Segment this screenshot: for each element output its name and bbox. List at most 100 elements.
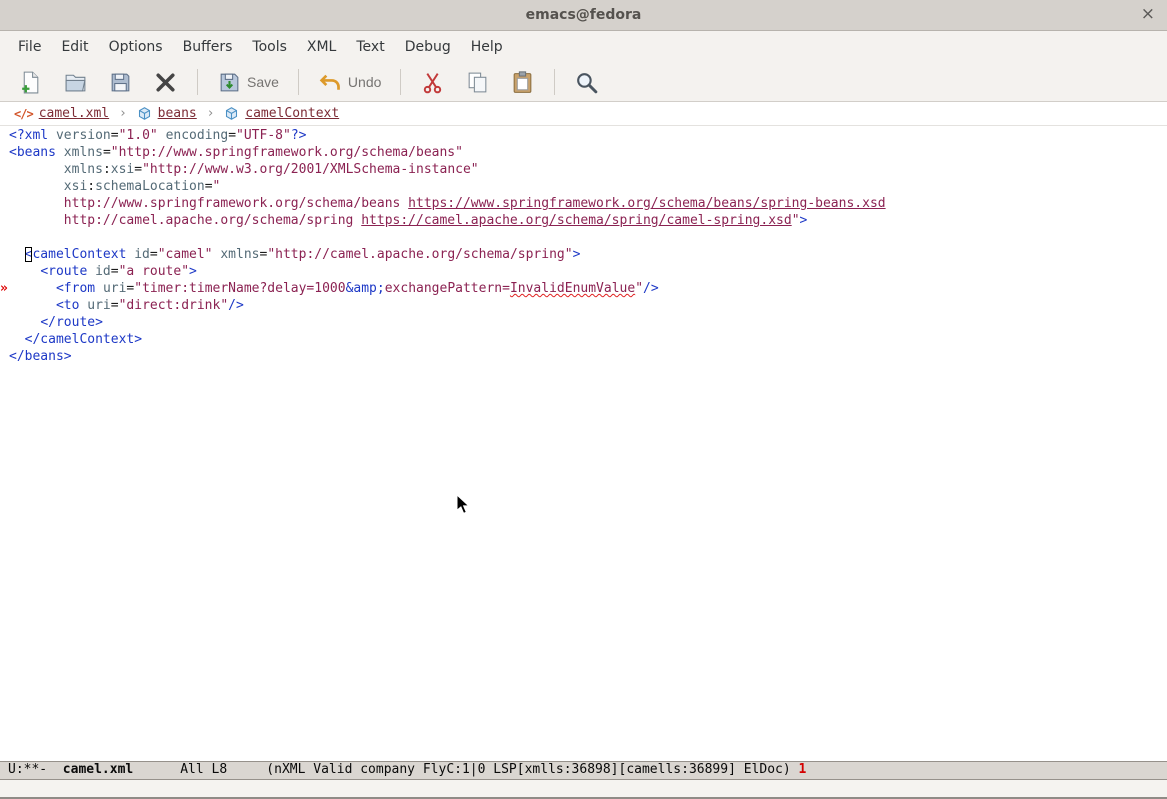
menu-item-file[interactable]: File [8, 33, 51, 61]
new-file-icon [18, 70, 43, 95]
code-token: InvalidEnumValue [510, 281, 635, 296]
code-token: version [56, 128, 111, 143]
close-button[interactable]: × [1141, 4, 1155, 24]
code-token: = [150, 247, 158, 262]
code-token [9, 332, 25, 347]
code-token: ?> [291, 128, 307, 143]
code-line-4[interactable]: xsi:schemaLocation=" [9, 178, 886, 195]
code-token: "http://www.w3.org/2001/XMLSchema-instan… [142, 162, 479, 177]
copy-pages-icon [465, 70, 490, 95]
code-token: > [800, 213, 808, 228]
modeline-segment-0: U:**- [8, 762, 63, 777]
echo-area [0, 780, 1167, 799]
search-button[interactable] [565, 66, 608, 99]
search-magnifier-icon [574, 70, 599, 95]
breadcrumb-camelContext[interactable]: camelContext [245, 106, 339, 121]
code-token: <beans [9, 145, 56, 160]
code-line-5[interactable]: http://www.springframework.org/schema/be… [9, 195, 886, 212]
emacs-window: emacs@fedora × FileEditOptionsBuffersToo… [0, 0, 1167, 799]
code-token: "direct:drink" [119, 298, 229, 313]
code-line-2[interactable]: <beans xmlns="http://www.springframework… [9, 144, 886, 161]
menu-item-xml[interactable]: XML [297, 33, 346, 61]
breadcrumb-beans[interactable]: beans [158, 106, 197, 121]
code-token: = [228, 128, 236, 143]
code-token: = [111, 264, 119, 279]
menu-item-tools[interactable]: Tools [242, 33, 297, 61]
paste-clipboard-icon [510, 70, 535, 95]
menu-item-options[interactable]: Options [99, 33, 173, 61]
code-token [95, 281, 103, 296]
code-line-8[interactable]: <camelContext id="camel" xmlns="http://c… [9, 246, 886, 263]
code-line-6[interactable]: http://camel.apache.org/schema/spring ht… [9, 212, 886, 229]
save-button[interactable]: Save [208, 66, 288, 99]
code-line-1[interactable]: <?xml version="1.0" encoding="UTF-8"?> [9, 127, 886, 144]
title-bar[interactable]: emacs@fedora × [0, 0, 1167, 31]
toolbar-separator [554, 69, 555, 95]
code-token: " [213, 179, 221, 194]
menu-item-debug[interactable]: Debug [395, 33, 461, 61]
code-token [48, 128, 56, 143]
code-token: = [205, 179, 213, 194]
modeline-segment-3: 1 [799, 762, 807, 777]
code-token: http://camel.apache.org/schema/spring [64, 213, 361, 228]
flycheck-error-fringe-icon: » [0, 280, 8, 297]
code-token: > [189, 264, 197, 279]
window-title: emacs@fedora [526, 7, 642, 23]
code-line-10[interactable]: <from uri="timer:timerName?delay=1000&am… [9, 280, 886, 297]
code-line-13[interactable]: </camelContext> [9, 331, 886, 348]
code-token [9, 247, 25, 262]
code-token: xsi [111, 162, 134, 177]
cut-button[interactable] [411, 66, 454, 99]
code-token: : [87, 179, 95, 194]
undo-button[interactable]: Undo [309, 66, 390, 99]
code-token: </beans> [9, 349, 72, 364]
code-token: uri [87, 298, 110, 313]
code-token [158, 128, 166, 143]
breadcrumb-separator: › [199, 106, 222, 121]
code-token: encoding [166, 128, 229, 143]
code-token [9, 179, 64, 194]
code-line-12[interactable]: </route> [9, 314, 886, 331]
new-file-button[interactable] [9, 66, 52, 99]
code-token: id [134, 247, 150, 262]
undo-button-label: Undo [348, 74, 381, 90]
code-line-3[interactable]: xmlns:xsi="http://www.w3.org/2001/XMLSch… [9, 161, 886, 178]
cube-icon [224, 106, 239, 121]
code-token: "http://www.springframework.org/schema/b… [111, 145, 463, 160]
menu-item-help[interactable]: Help [461, 33, 513, 61]
close-buffer-button[interactable] [144, 66, 187, 99]
code-token: = [134, 162, 142, 177]
save-disk-icon [108, 70, 133, 95]
code-line-14[interactable]: </beans> [9, 348, 886, 365]
code-token: <route [40, 264, 87, 279]
editor-buffer[interactable]: » <?xml version="1.0" encoding="UTF-8"?>… [0, 126, 1167, 761]
save-arrow-icon [217, 70, 242, 95]
code-token: https://camel.apache.org/schema/spring/c… [361, 213, 791, 228]
code-token [87, 264, 95, 279]
code-token [9, 315, 40, 330]
code-line-11[interactable]: <to uri="direct:drink"/> [9, 297, 886, 314]
cut-scissors-icon [420, 70, 445, 95]
code-token: uri [103, 281, 126, 296]
code-token: /> [643, 281, 659, 296]
toolbar-separator [197, 69, 198, 95]
menu-item-text[interactable]: Text [346, 33, 394, 61]
code-token: " [635, 281, 643, 296]
menu-item-buffers[interactable]: Buffers [173, 33, 243, 61]
save-button-label: Save [247, 74, 279, 90]
code-token [9, 281, 56, 296]
toolbar: Save Undo [0, 63, 1167, 102]
open-file-button[interactable] [54, 66, 97, 99]
toolbar-separator [400, 69, 401, 95]
paste-button[interactable] [501, 66, 544, 99]
code-token: http://www.springframework.org/schema/be… [64, 196, 408, 211]
buffer-text[interactable]: <?xml version="1.0" encoding="UTF-8"?><b… [9, 126, 886, 761]
code-line-9[interactable]: <route id="a route"> [9, 263, 886, 280]
code-token: <from [56, 281, 95, 296]
breadcrumb-file[interactable]: camel.xml [39, 106, 109, 121]
code-line-7[interactable] [9, 229, 886, 246]
code-token: camelContext [32, 247, 126, 262]
copy-button[interactable] [456, 66, 499, 99]
save-disk-button[interactable] [99, 66, 142, 99]
menu-item-edit[interactable]: Edit [51, 33, 98, 61]
